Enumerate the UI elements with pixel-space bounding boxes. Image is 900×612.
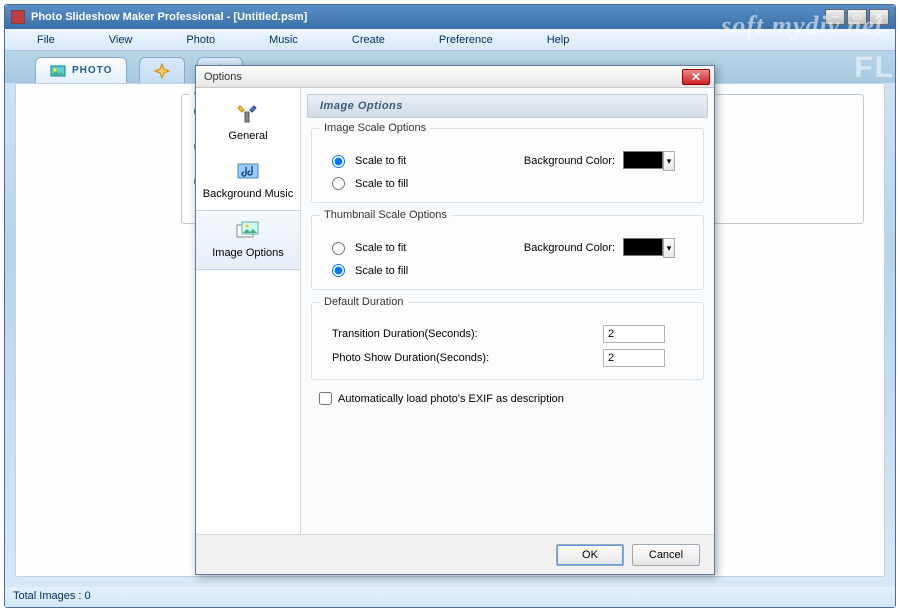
- cancel-button[interactable]: Cancel: [632, 544, 700, 566]
- photo-icon: [50, 63, 66, 79]
- transition-duration-input[interactable]: [603, 325, 665, 343]
- menu-file[interactable]: File: [29, 29, 63, 50]
- minimize-button[interactable]: ─: [825, 9, 845, 25]
- menu-view[interactable]: View: [101, 29, 141, 50]
- bg-color-label: Background Color:: [524, 242, 615, 254]
- statusbar: Total Images : 0: [5, 587, 895, 607]
- thumb-scale-fit-radio[interactable]: [332, 242, 345, 255]
- menu-create[interactable]: Create: [344, 29, 393, 50]
- tab-label: PHOTO: [72, 65, 112, 76]
- bg-color-label: Background Color:: [524, 155, 615, 167]
- nav-label: Image Options: [212, 247, 284, 259]
- thumbnail-scale-section: Thumbnail Scale Options Scale to fit Bac…: [311, 215, 704, 290]
- image-bg-color-swatch[interactable]: [623, 151, 663, 169]
- app-icon: [11, 10, 25, 24]
- nav-label: General: [228, 130, 267, 142]
- image-scale-section: Image Scale Options Scale to fit Backgro…: [311, 128, 704, 203]
- radio-label: Scale to fill: [355, 178, 408, 190]
- nav-background-music[interactable]: Background Music: [196, 152, 300, 210]
- radio-label: Scale to fit: [355, 155, 406, 167]
- maximize-button[interactable]: ▭: [847, 9, 867, 25]
- auto-exif-checkbox[interactable]: [319, 392, 332, 405]
- tab-2[interactable]: [139, 57, 185, 83]
- dialog-close-button[interactable]: ✕: [682, 69, 710, 85]
- menu-music[interactable]: Music: [261, 29, 306, 50]
- default-duration-section: Default Duration Transition Duration(Sec…: [311, 302, 704, 380]
- section-title: Image Scale Options: [320, 122, 430, 134]
- nav-image-options[interactable]: Image Options: [196, 210, 300, 270]
- close-button[interactable]: ✕: [869, 9, 889, 25]
- dialog-titlebar[interactable]: Options ✕: [196, 66, 714, 88]
- menu-photo[interactable]: Photo: [178, 29, 223, 50]
- menu-help[interactable]: Help: [539, 29, 578, 50]
- image-icon: [234, 219, 262, 243]
- thumb-bg-color-swatch[interactable]: [623, 238, 663, 256]
- thumb-scale-fill-radio[interactable]: [332, 264, 345, 277]
- titlebar[interactable]: Photo Slideshow Maker Professional - [Un…: [5, 5, 895, 29]
- panel-header: Image Options: [307, 94, 708, 118]
- menu-preference[interactable]: Preference: [431, 29, 501, 50]
- nav-label: Background Music: [203, 188, 294, 200]
- image-scale-fit-radio[interactable]: [332, 155, 345, 168]
- sparkle-icon: [154, 63, 170, 79]
- radio-label: Scale to fill: [355, 265, 408, 277]
- chevron-down-icon[interactable]: ▾: [663, 151, 675, 171]
- ok-button[interactable]: OK: [556, 544, 624, 566]
- photo-duration-input[interactable]: [603, 349, 665, 367]
- music-icon: [234, 160, 262, 184]
- chevron-down-icon[interactable]: ▾: [663, 238, 675, 258]
- tab-photo[interactable]: PHOTO: [35, 57, 127, 83]
- nav-general[interactable]: General: [196, 94, 300, 152]
- window-title: Photo Slideshow Maker Professional - [Un…: [31, 11, 825, 23]
- options-dialog: Options ✕ General Background Music Image…: [195, 65, 715, 575]
- section-title: Thumbnail Scale Options: [320, 209, 451, 221]
- photo-duration-label: Photo Show Duration(Seconds):: [332, 352, 489, 364]
- menubar: File View Photo Music Create Preference …: [5, 29, 895, 51]
- dialog-content: Image Options Image Scale Options Scale …: [301, 88, 714, 534]
- section-title: Default Duration: [320, 296, 408, 308]
- image-scale-fill-radio[interactable]: [332, 177, 345, 190]
- tools-icon: [234, 102, 262, 126]
- radio-label: Scale to fit: [355, 242, 406, 254]
- dialog-button-bar: OK Cancel: [196, 534, 714, 574]
- transition-duration-label: Transition Duration(Seconds):: [332, 328, 478, 340]
- dialog-nav: General Background Music Image Options: [196, 88, 301, 534]
- checkbox-label: Automatically load photo's EXIF as descr…: [338, 393, 564, 405]
- dialog-title: Options: [204, 71, 682, 83]
